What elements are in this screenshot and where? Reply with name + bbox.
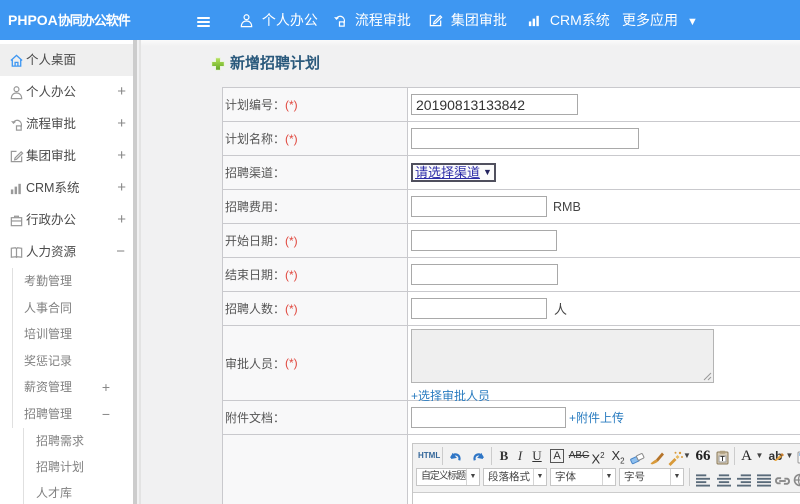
svg-text:T: T [720,456,725,463]
